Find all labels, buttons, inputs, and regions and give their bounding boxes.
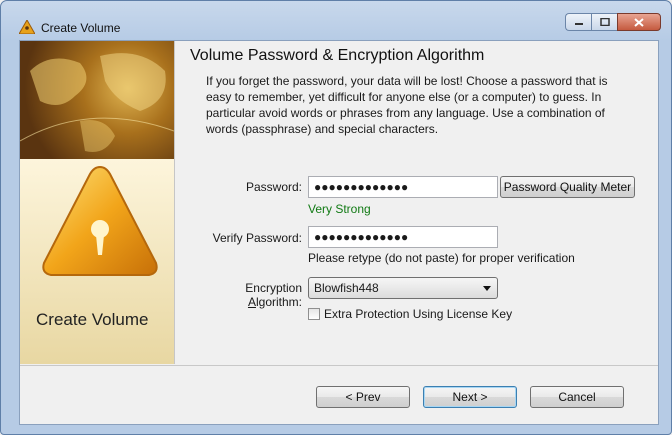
- algorithm-selected-value: Blowfish448: [314, 281, 379, 295]
- license-key-label: Extra Protection Using License Key: [324, 307, 513, 321]
- minimize-icon: [574, 23, 583, 25]
- title-bar[interactable]: Create Volume: [1, 1, 671, 35]
- dialog-window: Create Volume Create Volume Volume Passw…: [0, 0, 672, 435]
- window-title: Create Volume: [41, 21, 121, 35]
- algorithm-label: Encryption Algorithm:: [245, 281, 302, 309]
- verify-password-label: Verify Password:: [212, 231, 302, 245]
- password-strength: Very Strong: [308, 202, 371, 216]
- license-key-option[interactable]: Extra Protection Using License Key: [308, 307, 512, 321]
- sidebar-title: Create Volume: [36, 310, 149, 329]
- sidebar-lower-panel: Create Volume: [20, 159, 174, 364]
- verify-hint: Please retype (do not paste) for proper …: [308, 251, 575, 265]
- algorithm-dropdown[interactable]: Blowfish448: [308, 277, 498, 299]
- sidebar-banner: Create Volume: [19, 41, 175, 364]
- maximize-button[interactable]: [591, 13, 617, 31]
- lock-warning-icon: [42, 165, 158, 276]
- close-button[interactable]: [617, 13, 661, 31]
- password-quality-meter-button[interactable]: Password Quality Meter: [500, 176, 635, 198]
- warning-triangle-icon: [18, 18, 36, 37]
- maximize-icon: [599, 18, 610, 26]
- caption-buttons: [565, 13, 661, 31]
- intro-text: If you forget the password, your data wi…: [206, 74, 608, 136]
- cancel-button[interactable]: Cancel: [530, 386, 624, 408]
- chevron-down-icon: [483, 286, 491, 291]
- page-title: Volume Password & Encryption Algorithm: [190, 47, 485, 64]
- footer-divider: [20, 365, 658, 366]
- password-field[interactable]: ●●●●●●●●●●●●●: [308, 176, 498, 198]
- close-icon: [634, 17, 644, 27]
- minimize-button[interactable]: [565, 13, 591, 31]
- dialog-client-area: Create Volume Volume Password & Encrypti…: [19, 40, 659, 425]
- verify-password-field[interactable]: ●●●●●●●●●●●●●: [308, 226, 498, 248]
- wizard-page: Volume Password & Encryption Algorithm I…: [190, 41, 658, 364]
- prev-button[interactable]: < Prev: [316, 386, 410, 408]
- license-key-checkbox[interactable]: [308, 308, 320, 320]
- next-button[interactable]: Next >: [423, 386, 517, 408]
- password-label: Password:: [245, 180, 302, 194]
- world-map-image: [19, 41, 175, 159]
